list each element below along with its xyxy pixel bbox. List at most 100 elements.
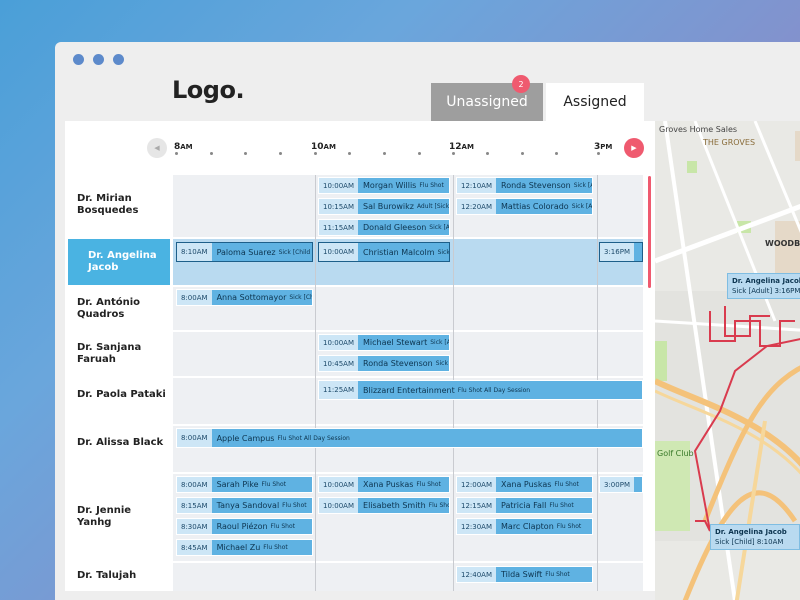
appointment-block[interactable]: 12:10AM Ronda Stevenson Sick [Adu [456,177,593,194]
appointment-block[interactable]: 8:10AM Paloma Suarez Sick [Child [176,242,313,262]
patient-name: Paloma Suarez [216,247,276,257]
appointment-block[interactable]: 10:00AM Christian Malcolm Sick [ [318,242,450,262]
appointment-time: 12:15AM [457,498,497,513]
appointment-block[interactable]: 12:20AM Mattias Colorado Sick [Adul [456,198,593,215]
window-controls [73,54,124,65]
patient-name: Tilda Swift [501,570,543,579]
appointment-type: Sick [Adu [573,182,592,189]
appointment-block[interactable]: 11:15AM Donald Gleeson Sick [Adult] [318,219,450,236]
doctor-name[interactable]: Dr. Mirian Bosquedes [77,193,167,217]
appointment-type: Flu Shot [554,481,579,488]
appointment-block[interactable]: 8:00AM Sarah Pike Flu Shot [176,476,313,493]
appointment-block[interactable]: 10:15AM Sal Burowikz Adult [Sick] [318,198,450,215]
map-place-label: Golf Club [657,449,694,458]
appointment-type: Sick [Child [278,248,311,256]
appointment-time: 8:10AM [177,243,212,261]
appointment-block[interactable]: 12:00AM Xana Puskas Flu Shot [456,476,593,493]
callout-detail: Sick [Adult] 3:16PM [732,287,800,295]
row-divider [65,424,643,426]
time-tick [383,152,386,155]
appointment-block[interactable]: 12:40AM Tilda Swift Flu Shot [456,566,593,583]
row-divider [65,285,643,287]
appointment-block[interactable]: 10:00AM Michael Stewart Sick [Adu [318,334,450,351]
appointment-type: Flu Shot All Day Session [457,386,531,394]
appointment-time: 12:40AM [457,567,497,582]
row-divider [65,376,643,378]
appointment-type: Flu Shot [416,481,441,488]
doctor-name[interactable]: Dr. Paola Pataki [77,389,167,401]
appointment-type: Flu Shot All Day Session [277,434,350,442]
prev-time-button[interactable]: ◀ [147,138,167,158]
appointment-block[interactable]: 8:30AM Raoul Piézon Flu Shot [176,518,313,535]
doctor-name[interactable]: Dr. Talujah [77,570,167,582]
patient-name: Donald Gleeson [363,223,427,232]
appointment-type: Flu Shot [428,502,449,509]
route-map[interactable]: Groves Home Sales THE GROVES WOODBU Golf… [655,121,800,600]
window-dot-icon[interactable] [73,54,84,65]
time-tick [452,152,455,155]
appointment-block[interactable]: 10:00AM Xana Puskas Flu Shot [318,476,450,493]
appointment-type: Flu Shot [263,544,288,551]
appointment-block[interactable]: 12:15AM Patricia Fall Flu Shot [456,497,593,514]
patient-name: Ronda Stevenson [363,359,433,368]
hour-label: 10AM [311,142,336,152]
map-callout[interactable]: Dr. Angelina Jacob Sick [Adult] 3:16PM [727,273,800,299]
callout-doctor: Dr. Angelina Jacob [715,528,787,536]
appointment-time: 11:15AM [319,220,359,235]
doctor-name[interactable]: Dr. Jennie Yanhg [77,505,167,529]
appointment-time: 3:00PM [600,477,634,492]
patient-name: Raoul Piézon [216,522,268,531]
callout-detail: Sick [Child] 8:10AM [715,538,784,546]
appointment-block[interactable]: 10:45AM Ronda Stevenson Sick [Ad [318,355,450,372]
time-tick [521,152,524,155]
window-dot-icon[interactable] [113,54,124,65]
window-dot-icon[interactable] [93,54,104,65]
doctor-name-selected[interactable]: Dr. Angelina Jacob [68,239,170,285]
appointment-block[interactable]: 12:30AM Marc Clapton Flu Shot [456,518,593,535]
tab-assigned[interactable]: Assigned [546,83,644,121]
play-icon: ▶ [631,144,637,152]
appointment-time: 10:00AM [319,243,359,261]
appointment-block[interactable]: 3:16PM [599,242,643,262]
time-tick [555,152,558,155]
appointment-block[interactable]: 10:00AM Morgan Willis Flu Shot [318,177,450,194]
appointment-block[interactable]: 11:25AM Blizzard Entertainment Flu Shot … [318,380,643,400]
appointment-time: 10:15AM [319,199,359,214]
time-tick [418,152,421,155]
patient-name: Elisabeth Smith [363,501,426,510]
time-tick [314,152,317,155]
time-tick [597,152,600,155]
patient-name: Sal Burowikz [363,202,414,211]
appointment-block[interactable]: 8:45AM Michael Zu Flu Shot [176,539,313,556]
appointment-block[interactable]: 8:15AM Tanya Sandoval Flu Shot [176,497,313,514]
app-window: Logo. Unassigned 2 Assigned ◀ 8AM 10AM 1… [55,42,800,600]
appointment-block[interactable]: 8:00AM Apple Campus Flu Shot All Day Ses… [176,428,643,448]
appointment-time: 8:30AM [177,519,212,534]
time-tick [210,152,213,155]
scrollbar[interactable] [648,176,651,288]
next-time-button[interactable]: ▶ [624,138,644,158]
appointment-type: Flu Shot [419,182,444,189]
appointment-block[interactable]: 8:00AM Anna Sottomayor Sick [Ch [176,289,313,306]
doctor-name[interactable]: Dr. Alissa Black [77,437,167,449]
appointment-type: Flu Shot [549,502,574,509]
patient-name: Sarah Pike [216,480,259,489]
patient-name: Michael Zu [216,543,261,552]
appointment-time: 8:00AM [177,477,212,492]
unassigned-count-badge: 2 [512,75,530,93]
appointment-time: 10:00AM [319,178,359,193]
appointment-time: 10:00AM [319,498,359,513]
map-place-label: THE GROVES [703,138,756,147]
appointment-block[interactable]: 3:00PM [599,476,643,493]
appointment-time: 12:00AM [457,477,497,492]
doctor-name[interactable]: Dr. Sanjana Faruah [77,342,167,366]
hour-label: 8AM [174,142,193,152]
chevron-left-icon: ◀ [154,144,160,152]
callout-doctor: Dr. Angelina Jacob [732,277,800,285]
map-callout[interactable]: Dr. Angelina Jacob Sick [Child] 8:10AM [710,524,800,550]
appointment-time: 8:00AM [177,429,212,447]
schedule-panel: ◀ 8AM 10AM 12AM 3PM ▶ Dr. Mirian Bosqued… [65,121,655,591]
patient-name: Tanya Sandoval [216,501,280,510]
appointment-block[interactable]: 10:00AM Elisabeth Smith Flu Shot [318,497,450,514]
doctor-name[interactable]: Dr. António Quadros [77,297,167,321]
